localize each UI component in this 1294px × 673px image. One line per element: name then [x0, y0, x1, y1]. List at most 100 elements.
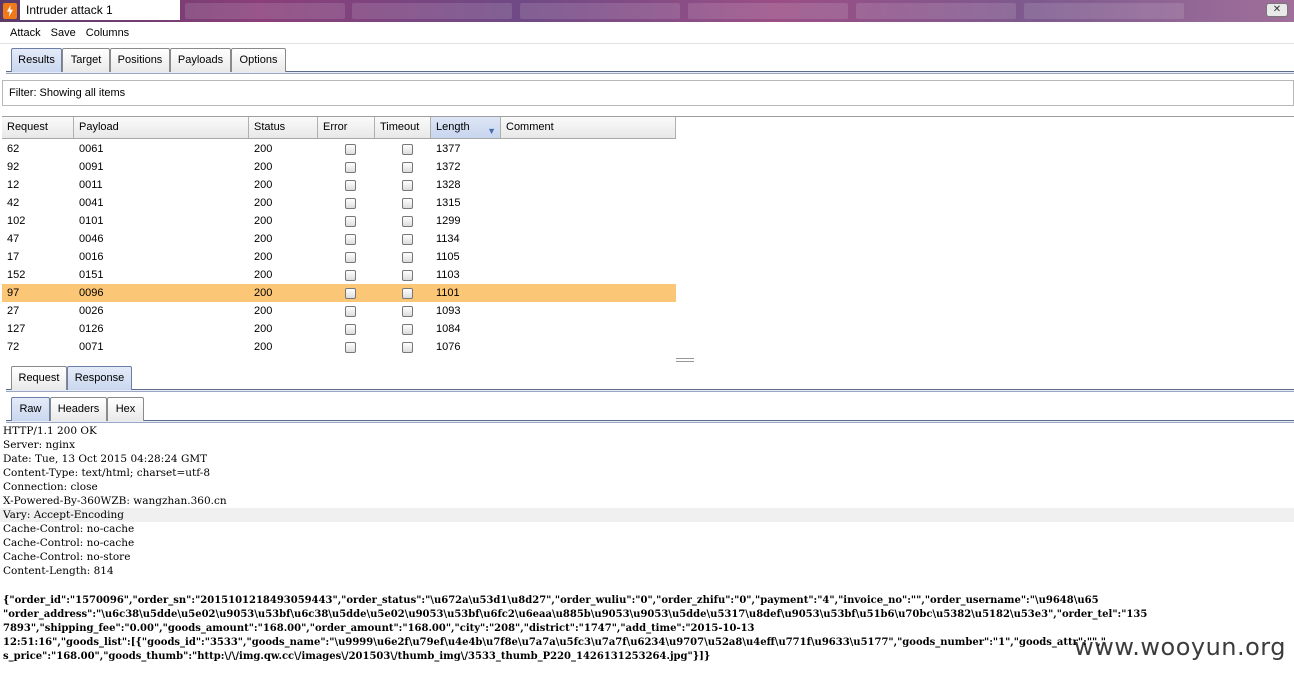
tab-hex[interactable]: Hex [107, 397, 144, 421]
table-row[interactable]: 12 0011 200 1328 [2, 176, 676, 194]
column-header-timeout[interactable]: Timeout [375, 117, 431, 138]
error-checkbox[interactable] [345, 144, 356, 155]
cell-request: 152 [7, 269, 26, 281]
cell-status: 200 [254, 233, 273, 245]
response-body-line: {"order_id":"1570096","order_sn":"201510… [3, 595, 1099, 606]
error-checkbox[interactable] [345, 342, 356, 353]
column-header-label: Timeout [380, 121, 420, 133]
burp-app-icon [3, 3, 17, 19]
cell-payload: 0091 [79, 161, 104, 173]
error-checkbox[interactable] [345, 324, 356, 335]
table-row[interactable]: 92 0091 200 1372 [2, 158, 676, 176]
menu-columns[interactable]: Columns [85, 22, 130, 44]
title-bar: Intruder attack 1 ✕ [0, 0, 1294, 22]
timeout-checkbox[interactable] [402, 180, 413, 191]
menu-attack[interactable]: Attack [9, 22, 42, 44]
filter-bar[interactable]: Filter: Showing all items [2, 80, 1294, 106]
response-raw-viewer[interactable]: www.wooyun.org HTTP/1.1 200 OK Server: ng… [0, 424, 1294, 673]
cell-payload: 0126 [79, 323, 104, 335]
error-checkbox[interactable] [345, 180, 356, 191]
timeout-checkbox[interactable] [402, 234, 413, 245]
menu-save[interactable]: Save [50, 22, 77, 44]
table-row[interactable]: 47 0046 200 1134 [2, 230, 676, 248]
table-row[interactable]: 102 0101 200 1299 [2, 212, 676, 230]
timeout-checkbox[interactable] [402, 288, 413, 299]
timeout-checkbox[interactable] [402, 198, 413, 209]
table-row[interactable]: 62 0061 200 1377 [2, 140, 676, 158]
table-row-selected[interactable]: 97 0096 200 1101 [2, 284, 676, 302]
tab-positions-label: Positions [117, 54, 163, 66]
error-checkbox[interactable] [345, 216, 356, 227]
table-row[interactable]: 127 0126 200 1084 [2, 320, 676, 338]
tab-positions[interactable]: Positions [110, 48, 170, 72]
tab-baseline [6, 389, 1294, 392]
column-header-error[interactable]: Error [318, 117, 375, 138]
error-checkbox[interactable] [345, 288, 356, 299]
cell-payload: 0011 [79, 179, 103, 191]
response-header-line: Cache-Control: no-cache [3, 523, 135, 535]
timeout-checkbox[interactable] [402, 324, 413, 335]
response-header-line: HTTP/1.1 200 OK [3, 425, 97, 437]
tab-headers[interactable]: Headers [50, 397, 107, 421]
timeout-checkbox[interactable] [402, 252, 413, 263]
column-header-request[interactable]: Request [2, 117, 74, 138]
tab-payloads[interactable]: Payloads [170, 48, 231, 72]
error-checkbox[interactable] [345, 306, 356, 317]
response-body-line: "order_address":"\u6c38\u5dde\u5e02\u905… [3, 609, 1148, 620]
timeout-checkbox[interactable] [402, 162, 413, 173]
cell-length: 1377 [436, 143, 461, 155]
response-header-line: Vary: Accept-Encoding [3, 509, 124, 521]
column-header-label: Status [254, 121, 286, 133]
timeout-checkbox[interactable] [402, 306, 413, 317]
cell-request: 27 [7, 305, 20, 317]
tab-results[interactable]: Results [11, 48, 62, 72]
table-row[interactable]: 42 0041 200 1315 [2, 194, 676, 212]
cell-length: 1299 [436, 215, 461, 227]
column-header-length[interactable]: Length ▼ [431, 117, 501, 138]
column-header-label: Request [7, 121, 48, 133]
filter-text: Filter: Showing all items [9, 87, 126, 99]
cell-payload: 0096 [79, 287, 104, 299]
table-row[interactable]: 17 0016 200 1105 [2, 248, 676, 266]
tab-raw[interactable]: Raw [11, 397, 50, 421]
cell-status: 200 [254, 341, 273, 353]
tab-target[interactable]: Target [62, 48, 110, 72]
table-row[interactable]: 72 0071 200 1076 [2, 338, 676, 356]
background-window-tab [185, 3, 345, 19]
column-header-label: Length [436, 121, 470, 133]
cell-length: 1105 [436, 251, 460, 263]
cell-payload: 0026 [79, 305, 104, 317]
table-row[interactable]: 152 0151 200 1103 [2, 266, 676, 284]
error-checkbox[interactable] [345, 162, 356, 173]
view-tabs: Raw Headers Hex [0, 393, 1294, 423]
tab-options[interactable]: Options [231, 48, 286, 72]
cell-payload: 0071 [79, 341, 104, 353]
column-header-payload[interactable]: Payload [74, 117, 249, 138]
background-window-tab [688, 3, 848, 19]
error-checkbox[interactable] [345, 270, 356, 281]
timeout-checkbox[interactable] [402, 342, 413, 353]
timeout-checkbox[interactable] [402, 270, 413, 281]
column-header-comment[interactable]: Comment [501, 117, 676, 138]
background-window-tab [520, 3, 680, 19]
error-checkbox[interactable] [345, 234, 356, 245]
tab-response[interactable]: Response [67, 366, 132, 390]
column-header-label: Error [323, 121, 348, 133]
timeout-checkbox[interactable] [402, 144, 413, 155]
response-header-line: Connection: close [3, 481, 98, 493]
tab-raw-label: Raw [19, 403, 42, 415]
tab-request[interactable]: Request [11, 366, 67, 390]
cell-payload: 0061 [79, 143, 104, 155]
close-window-button[interactable]: ✕ [1266, 3, 1288, 17]
cell-length: 1084 [436, 323, 461, 335]
column-header-status[interactable]: Status [249, 117, 318, 138]
cell-payload: 0151 [79, 269, 104, 281]
error-checkbox[interactable] [345, 252, 356, 263]
timeout-checkbox[interactable] [402, 216, 413, 227]
response-header-line: Server: nginx [3, 439, 75, 451]
table-row[interactable]: 27 0026 200 1093 [2, 302, 676, 320]
error-checkbox[interactable] [345, 198, 356, 209]
cell-length: 1093 [436, 305, 461, 317]
cell-request: 92 [7, 161, 20, 173]
cell-length: 1372 [436, 161, 461, 173]
